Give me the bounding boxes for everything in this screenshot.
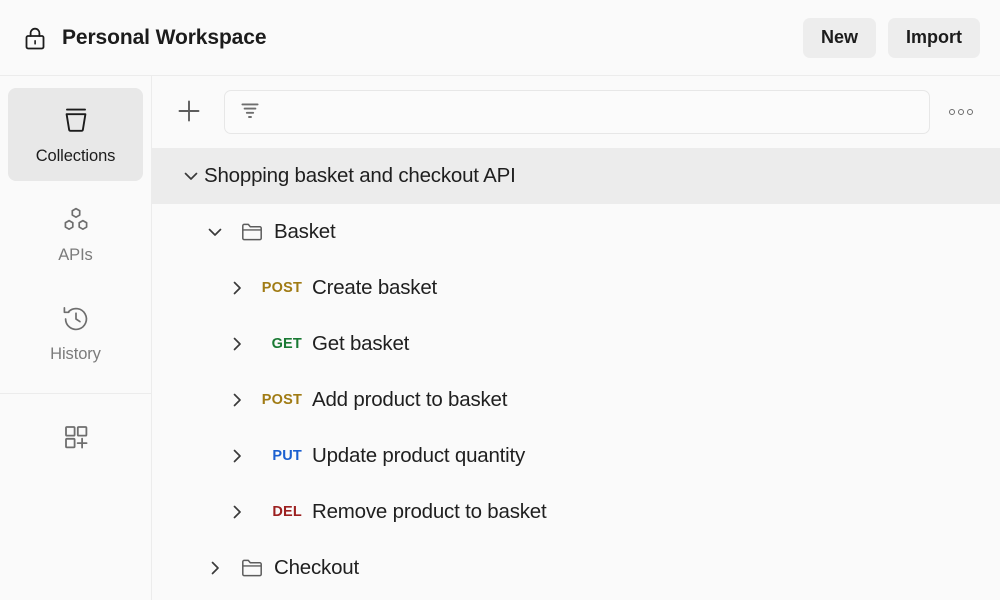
folder-icon	[240, 556, 264, 580]
request-method: POST	[250, 392, 302, 408]
sidebar-label-apis: APIs	[58, 246, 92, 265]
new-button[interactable]: New	[803, 18, 876, 58]
folder-icon	[240, 220, 264, 244]
request-method: GET	[250, 336, 302, 352]
chevron-right-icon[interactable]	[202, 555, 228, 581]
folder-name: Basket	[274, 220, 335, 244]
lock-icon	[22, 25, 48, 51]
tree-row-request[interactable]: GET Get basket	[152, 316, 1000, 372]
tree-row-request[interactable]: POST Add product to basket	[152, 372, 1000, 428]
request-method: POST	[250, 280, 302, 296]
collections-tree: Shopping basket and checkout API	[152, 148, 1000, 600]
import-button[interactable]: Import	[888, 18, 980, 58]
collections-panel: Shopping basket and checkout API	[152, 76, 1000, 600]
tree-row-request[interactable]: POST Create basket	[152, 260, 1000, 316]
chevron-down-icon[interactable]	[178, 163, 204, 189]
chevron-right-icon[interactable]	[224, 443, 250, 469]
request-name: Create basket	[312, 276, 437, 300]
page-title: Personal Workspace	[62, 26, 266, 50]
tree-row-request[interactable]: PUT Update product quantity	[152, 428, 1000, 484]
collections-toolbar	[152, 76, 1000, 148]
hexagons-icon	[59, 203, 93, 237]
workspace-body: Collections APIs	[0, 76, 1000, 600]
tree-row-folder-checkout[interactable]: Checkout	[152, 540, 1000, 596]
more-options-button[interactable]	[944, 95, 978, 129]
chevron-right-icon[interactable]	[224, 499, 250, 525]
search-input[interactable]	[271, 91, 917, 133]
sidebar: Collections APIs	[0, 76, 152, 600]
add-collection-button[interactable]	[168, 91, 210, 133]
plus-icon	[174, 96, 204, 129]
request-name: Update product quantity	[312, 444, 525, 468]
tree-row-request[interactable]: DEL Remove product to basket	[152, 484, 1000, 540]
chevron-right-icon[interactable]	[224, 331, 250, 357]
chevron-right-icon[interactable]	[224, 275, 250, 301]
sidebar-item-collections[interactable]: Collections	[8, 88, 143, 181]
grid-plus-icon	[59, 420, 93, 454]
more-horizontal-icon-dot-1	[949, 109, 955, 115]
sidebar-label-history: History	[50, 345, 101, 364]
app-root: Personal Workspace New Import Collection…	[0, 0, 1000, 600]
request-method: DEL	[250, 504, 302, 520]
chevron-right-icon[interactable]	[224, 387, 250, 413]
collection-name: Shopping basket and checkout API	[204, 164, 516, 188]
request-method: PUT	[250, 448, 302, 464]
tree-row-collection[interactable]: Shopping basket and checkout API	[152, 148, 1000, 204]
clock-history-icon	[59, 302, 93, 336]
chevron-down-icon[interactable]	[202, 219, 228, 245]
sidebar-item-new-app[interactable]	[0, 394, 151, 480]
filter-icon	[239, 99, 261, 126]
tree-row-folder-basket[interactable]: Basket	[152, 204, 1000, 260]
sidebar-item-apis[interactable]: APIs	[8, 187, 143, 280]
folder-name: Checkout	[274, 556, 359, 580]
more-horizontal-icon-dot-2	[958, 109, 964, 115]
request-name: Remove product to basket	[312, 500, 547, 524]
request-name: Add product to basket	[312, 388, 507, 412]
workspace-header: Personal Workspace New Import	[0, 0, 1000, 76]
sidebar-item-history[interactable]: History	[8, 286, 143, 379]
request-name: Get basket	[312, 332, 409, 356]
search-filter-box[interactable]	[224, 90, 930, 134]
more-horizontal-icon-dot-3	[967, 109, 973, 115]
collection-icon	[59, 104, 93, 138]
sidebar-label-collections: Collections	[36, 147, 116, 166]
